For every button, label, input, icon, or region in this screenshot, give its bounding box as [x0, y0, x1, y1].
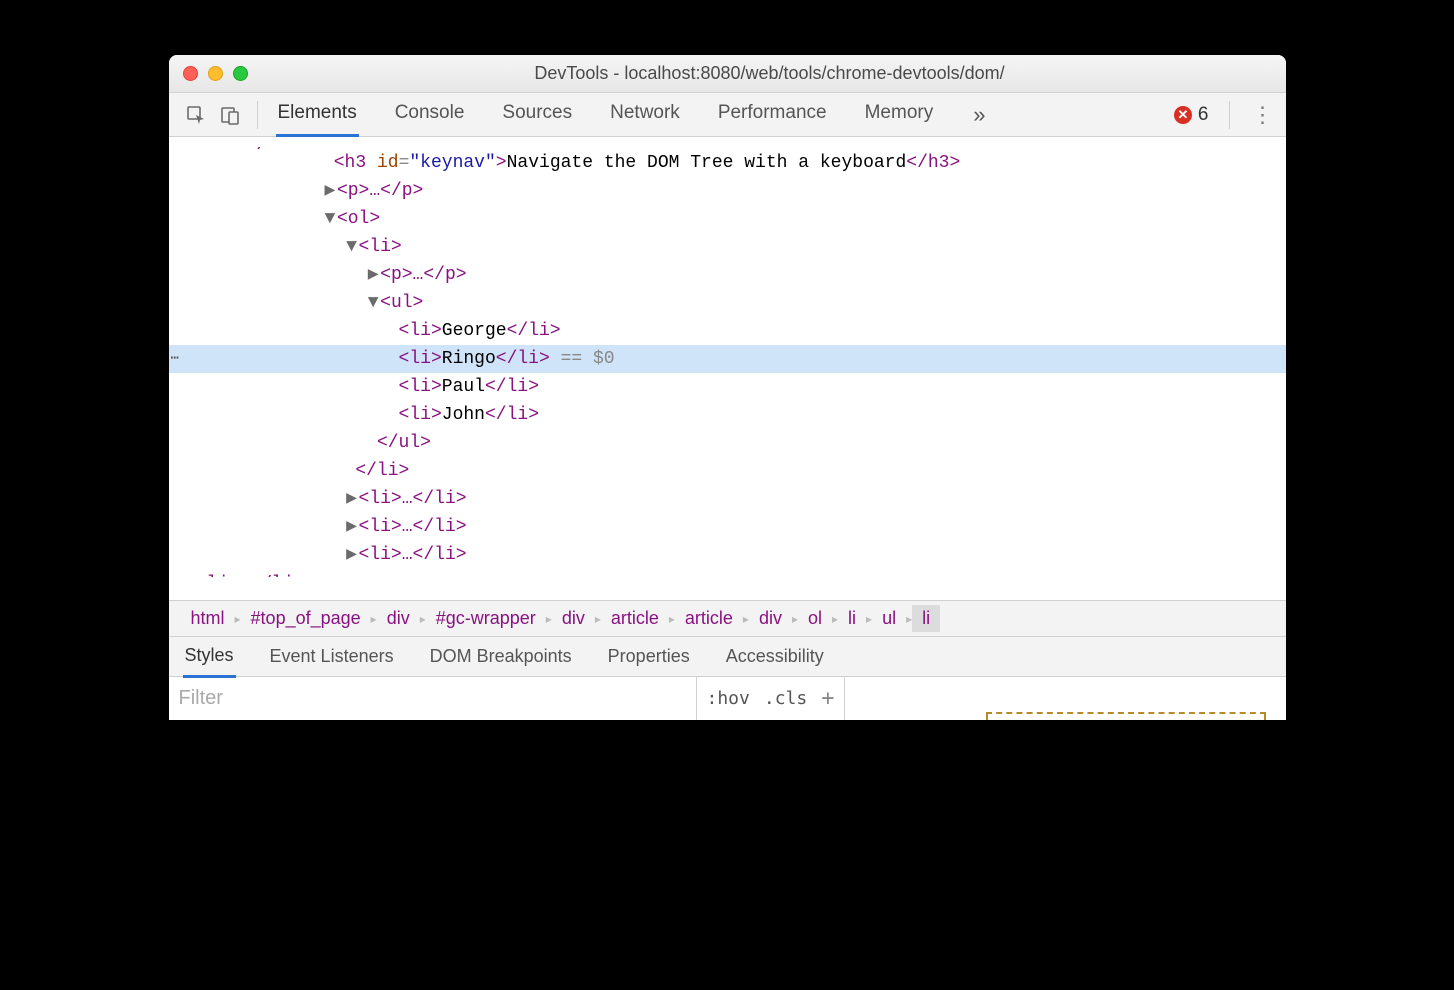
collapse-arrow-icon[interactable]: ▼ — [345, 233, 359, 261]
traffic-lights — [183, 66, 248, 81]
styles-subtabs: Styles Event Listeners DOM Breakpoints P… — [169, 636, 1286, 676]
toolbar-divider — [257, 101, 258, 129]
collapse-arrow-icon[interactable]: ▼ — [323, 205, 337, 233]
styles-filter-input[interactable] — [177, 681, 688, 716]
dom-node-li-john[interactable]: <li>John</li> — [169, 401, 1286, 429]
dom-node[interactable]: </li> — [169, 457, 1286, 485]
cls-toggle[interactable]: .cls — [764, 688, 807, 709]
tab-network[interactable]: Network — [608, 92, 682, 137]
titlebar: DevTools - localhost:8080/web/tools/chro… — [169, 55, 1286, 93]
close-window-button[interactable] — [183, 66, 198, 81]
dom-node[interactable]: </ul> — [169, 429, 1286, 457]
dom-node[interactable]: ▶<p>…</p> — [169, 141, 1286, 149]
dom-node[interactable]: ▶<p>…</p> — [169, 261, 1286, 289]
toolbar-divider — [1229, 101, 1230, 129]
crumb-article[interactable]: article — [675, 605, 743, 632]
subtab-properties[interactable]: Properties — [606, 637, 692, 676]
breadcrumb: html▸ #top_of_page▸ div▸ #gc-wrapper▸ di… — [169, 600, 1286, 636]
crumb-ol[interactable]: ol — [798, 605, 832, 632]
margin-box-icon — [986, 712, 1266, 720]
dom-node[interactable]: ▶<p>…</p> — [169, 177, 1286, 205]
expand-arrow-icon[interactable]: ▶ — [366, 261, 380, 289]
dom-node-li-george[interactable]: <li>George</li> — [169, 317, 1286, 345]
tab-console[interactable]: Console — [393, 92, 467, 137]
settings-menu-button[interactable]: ⋮ — [1240, 102, 1286, 128]
device-toolbar-icon[interactable] — [213, 105, 247, 125]
subtab-styles[interactable]: Styles — [183, 636, 236, 678]
filter-input-wrap — [169, 677, 697, 720]
collapse-arrow-icon[interactable]: ▼ — [366, 289, 380, 317]
main-toolbar: Elements Console Sources Network Perform… — [169, 93, 1286, 137]
zoom-window-button[interactable] — [233, 66, 248, 81]
tab-memory[interactable]: Memory — [863, 92, 936, 137]
style-toggles: :hov .cls + — [697, 677, 846, 720]
hov-toggle[interactable]: :hov — [707, 688, 750, 709]
dom-node[interactable]: ▶<li>…</li> — [169, 569, 1286, 577]
devtools-window: DevTools - localhost:8080/web/tools/chro… — [169, 55, 1286, 720]
crumb-div[interactable]: div — [552, 605, 595, 632]
dom-node-li-paul[interactable]: <li>Paul</li> — [169, 373, 1286, 401]
crumb-li-selected[interactable]: li — [912, 605, 940, 632]
crumb-gc-wrapper[interactable]: #gc-wrapper — [426, 605, 546, 632]
crumb-li[interactable]: li — [838, 605, 866, 632]
box-model-preview — [845, 677, 1285, 720]
panel-tabs: Elements Console Sources Network Perform… — [276, 92, 936, 137]
tab-elements[interactable]: Elements — [276, 92, 359, 137]
crumb-article[interactable]: article — [601, 605, 669, 632]
expand-arrow-icon[interactable]: ▶ — [345, 485, 359, 513]
error-count: 6 — [1198, 104, 1209, 126]
dom-node[interactable]: ▶<li>…</li> — [169, 541, 1286, 569]
dom-node[interactable]: ▼<li> — [169, 233, 1286, 261]
expand-arrow-icon[interactable]: ▶ — [323, 177, 337, 205]
crumb-top-of-page[interactable]: #top_of_page — [241, 605, 371, 632]
dom-tree[interactable]: ▶<p>…</p> <h3 id="keynav">Navigate the D… — [169, 137, 1286, 600]
crumb-ul[interactable]: ul — [872, 605, 906, 632]
error-count-badge[interactable]: ✕ 6 — [1174, 104, 1209, 126]
subtab-accessibility[interactable]: Accessibility — [724, 637, 826, 676]
dom-node[interactable]: ▼<ol> — [169, 205, 1286, 233]
styles-toolbar: :hov .cls + — [169, 676, 1286, 720]
inspect-icon[interactable] — [179, 105, 213, 125]
minimize-window-button[interactable] — [208, 66, 223, 81]
dom-node[interactable]: ▶<li>…</li> — [169, 513, 1286, 541]
window-title: DevTools - localhost:8080/web/tools/chro… — [268, 63, 1272, 84]
crumb-div[interactable]: div — [749, 605, 792, 632]
expand-arrow-icon[interactable]: ▶ — [345, 513, 359, 541]
tab-sources[interactable]: Sources — [500, 92, 574, 137]
error-icon: ✕ — [1174, 106, 1192, 124]
dom-node[interactable]: ▶<li>…</li> — [169, 485, 1286, 513]
new-style-rule-button[interactable]: + — [821, 686, 834, 711]
dom-node[interactable]: <h3 id="keynav">Navigate the DOM Tree wi… — [169, 149, 1286, 177]
more-tabs-button[interactable]: » — [965, 102, 993, 128]
subtab-dom-breakpoints[interactable]: DOM Breakpoints — [428, 637, 574, 676]
dom-node[interactable]: ▼<ul> — [169, 289, 1286, 317]
crumb-div[interactable]: div — [377, 605, 420, 632]
expand-arrow-icon[interactable]: ▶ — [345, 541, 359, 569]
crumb-html[interactable]: html — [181, 605, 235, 632]
tab-performance[interactable]: Performance — [716, 92, 829, 137]
subtab-event-listeners[interactable]: Event Listeners — [268, 637, 396, 676]
dom-node-li-ringo-selected[interactable]: <li>Ringo</li> == $0 — [169, 345, 1286, 373]
